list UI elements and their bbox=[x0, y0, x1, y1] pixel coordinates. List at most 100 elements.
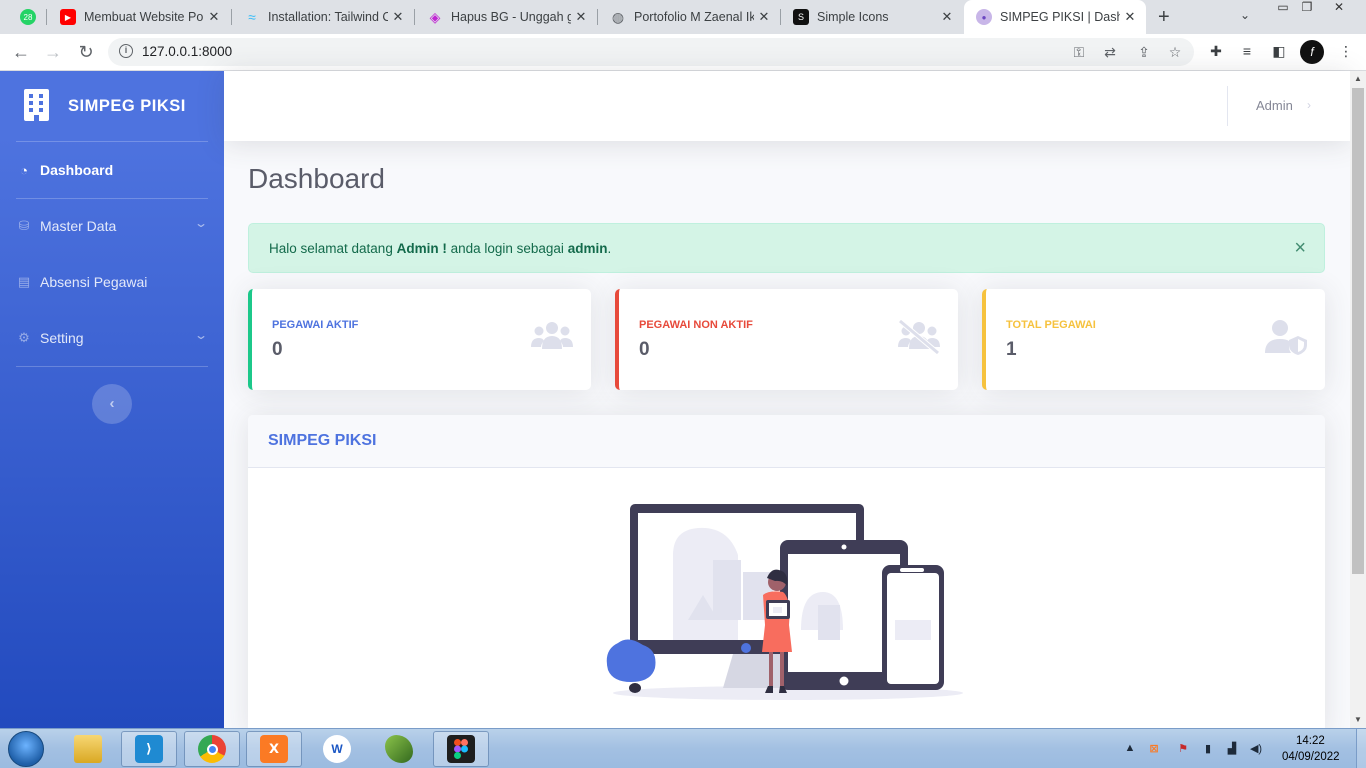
sidebar-item-label: Dashboard bbox=[40, 162, 114, 178]
chevron-left-icon: ‹ bbox=[109, 395, 115, 412]
database-icon: ⛁ bbox=[18, 218, 30, 233]
stat-value: 0 bbox=[639, 339, 650, 360]
close-icon[interactable]: ✕ bbox=[204, 9, 224, 25]
info-icon[interactable]: i bbox=[119, 44, 133, 58]
taskbar-app-inkscape[interactable] bbox=[371, 731, 427, 767]
menu-kebab-icon[interactable]: ⋮ bbox=[1336, 43, 1356, 60]
taskbar-app-vscode[interactable]: ⟩ bbox=[121, 731, 177, 767]
forward-icon[interactable]: → bbox=[42, 42, 64, 62]
hapusbg-icon: ◈ bbox=[429, 8, 441, 25]
tray-network-error-icon[interactable]: ⚑ bbox=[1175, 742, 1191, 755]
users-slash-icon bbox=[898, 319, 940, 355]
clock-date[interactable]: 04/09/2022 bbox=[1282, 751, 1340, 763]
tab-simpleicons[interactable]: S Simple Icons ✕ bbox=[781, 0, 963, 34]
sidebar-divider bbox=[16, 141, 208, 142]
extensions-icon[interactable]: ✚ bbox=[1206, 43, 1226, 60]
back-icon[interactable]: ← bbox=[10, 42, 32, 62]
clock-time[interactable]: 14:22 bbox=[1296, 735, 1325, 747]
simpeg-icon: ● bbox=[976, 9, 992, 25]
battery-icon[interactable]: ▮ bbox=[1200, 742, 1216, 755]
simpleicons-icon: S bbox=[793, 9, 809, 25]
chevron-down-icon: ⌄ bbox=[193, 216, 209, 230]
scrollbar-thumb[interactable] bbox=[1352, 88, 1364, 574]
close-icon[interactable]: ✕ bbox=[937, 9, 957, 25]
restore-icon[interactable]: ❐ bbox=[1294, 0, 1320, 18]
tailwind-icon: ≈ bbox=[248, 9, 256, 25]
taskbar-app-explorer[interactable] bbox=[60, 731, 116, 767]
close-icon[interactable]: ✕ bbox=[388, 9, 408, 25]
chevron-right-icon[interactable]: › bbox=[1307, 98, 1311, 112]
sidebar-item-dashboard[interactable]: ◔ Dashboard bbox=[0, 150, 224, 190]
address-bar[interactable]: i 127.0.0.1:8000 ⚿ ⇄ ⇪ ☆ bbox=[108, 38, 1194, 66]
show-desktop-button[interactable] bbox=[1356, 729, 1366, 768]
alert-user-role: admin bbox=[567, 241, 608, 256]
volume-icon[interactable]: ◀) bbox=[1248, 742, 1264, 755]
media-control-icon[interactable]: ≡ bbox=[1237, 43, 1257, 59]
users-icon bbox=[531, 322, 573, 349]
building-icon bbox=[24, 89, 49, 121]
key-icon[interactable]: ⚿ bbox=[1070, 44, 1088, 61]
signal-icon[interactable]: ▟ bbox=[1224, 742, 1240, 755]
tab-title: Membuat Website Por bbox=[84, 10, 204, 24]
sidebar-brand[interactable]: SIMPEG PIKSI bbox=[0, 71, 224, 141]
taskbar-app-wps[interactable]: W bbox=[309, 731, 365, 767]
close-icon[interactable]: ✕ bbox=[571, 9, 591, 25]
share-icon[interactable]: ⇪ bbox=[1135, 44, 1153, 61]
os-taskbar: ⟩ ⵝ W ▲ ⊠ ⚑ ▮ ▟ ◀) 14:22 04/09/2022 bbox=[0, 728, 1366, 768]
tray-xampp-icon[interactable]: ⊠ bbox=[1146, 742, 1162, 755]
taskbar-app-xampp[interactable]: ⵝ bbox=[246, 731, 302, 767]
tab-title: Installation: Tailwind C bbox=[268, 10, 388, 24]
sidebar-item-master-data[interactable]: ⛁ Master Data ⌄ bbox=[0, 206, 224, 246]
youtube-icon: ▶ bbox=[60, 9, 76, 25]
sidebar-item-setting[interactable]: ⚙ Setting ⌄ bbox=[0, 318, 224, 358]
new-tab-icon[interactable]: + bbox=[1158, 6, 1170, 29]
tab-portfolio[interactable]: ◍ Portofolio M Zaenal Ik ✕ bbox=[598, 0, 780, 34]
start-button[interactable] bbox=[8, 731, 44, 767]
sidebar: SIMPEG PIKSI ◔ Dashboard ⛁ Master Data ⌄… bbox=[0, 71, 224, 728]
inkscape-icon bbox=[385, 735, 413, 763]
bookmark-star-icon[interactable]: ☆ bbox=[1166, 44, 1184, 61]
stat-card-pegawai-non-aktif: PEGAWAI NON AKTIF 0 bbox=[615, 289, 958, 390]
page-scrollbar[interactable]: ▲ ▼ bbox=[1350, 71, 1366, 728]
clipboard-icon: ▤ bbox=[17, 274, 31, 289]
scroll-up-icon[interactable]: ▲ bbox=[1350, 71, 1366, 87]
window-close-icon[interactable]: ✕ bbox=[1326, 0, 1352, 18]
sidebar-item-label: Absensi Pegawai bbox=[40, 274, 148, 290]
sidebar-toggle-button[interactable]: ‹ bbox=[92, 384, 132, 424]
stat-label: PEGAWAI AKTIF bbox=[272, 319, 359, 331]
panel-header: SIMPEG PIKSI bbox=[248, 415, 1325, 468]
tray-expand-icon[interactable]: ▲ bbox=[1122, 742, 1138, 754]
sidebar-divider bbox=[16, 366, 208, 367]
stat-label: PEGAWAI NON AKTIF bbox=[639, 319, 753, 331]
minimize-icon[interactable]: ▭ bbox=[1270, 0, 1296, 18]
sidebar-item-absensi[interactable]: ▤ Absensi Pegawai bbox=[0, 262, 224, 302]
scroll-down-icon[interactable]: ▼ bbox=[1350, 712, 1366, 728]
tab-title: Hapus BG - Unggah g bbox=[451, 10, 571, 24]
tab-tailwind[interactable]: ≈ Installation: Tailwind C ✕ bbox=[232, 0, 414, 34]
tab-hapusbg[interactable]: ◈ Hapus BG - Unggah g ✕ bbox=[415, 0, 597, 34]
stat-card-pegawai-aktif: PEGAWAI AKTIF 0 bbox=[248, 289, 591, 390]
side-panel-icon[interactable]: ◧ bbox=[1269, 43, 1289, 60]
tab-whatsapp[interactable]: 28 bbox=[8, 0, 46, 34]
stat-value: 0 bbox=[272, 339, 283, 360]
close-icon[interactable]: × bbox=[1294, 237, 1306, 260]
alert-message: Halo selamat datang Admin ! anda login s… bbox=[269, 241, 612, 256]
close-icon[interactable]: ✕ bbox=[1120, 9, 1140, 25]
profile-avatar[interactable]: f bbox=[1300, 40, 1324, 64]
alert-user-name: Admin ! bbox=[396, 241, 447, 256]
panel-title: SIMPEG PIKSI bbox=[268, 432, 377, 449]
close-icon[interactable]: ✕ bbox=[754, 9, 774, 25]
xampp-icon: ⵝ bbox=[260, 735, 288, 763]
tab-youtube[interactable]: ▶ Membuat Website Por ✕ bbox=[48, 0, 230, 34]
taskbar-app-figma[interactable] bbox=[433, 731, 489, 767]
translate-icon[interactable]: ⇄ bbox=[1101, 44, 1119, 61]
sidebar-item-label: Setting bbox=[40, 330, 84, 346]
reload-icon[interactable]: ↻ bbox=[75, 42, 97, 62]
taskbar-app-chrome[interactable] bbox=[184, 731, 240, 767]
tab-search-icon[interactable]: ⌄ bbox=[1240, 8, 1250, 22]
stat-label: TOTAL PEGAWAI bbox=[1006, 319, 1096, 331]
tab-simpeg[interactable]: ● SIMPEG PIKSI | Dashbo ✕ bbox=[964, 0, 1146, 34]
tachometer-icon: ◔ bbox=[20, 162, 28, 178]
user-shield-icon bbox=[1265, 320, 1307, 355]
user-menu-name[interactable]: Admin bbox=[1256, 98, 1293, 113]
